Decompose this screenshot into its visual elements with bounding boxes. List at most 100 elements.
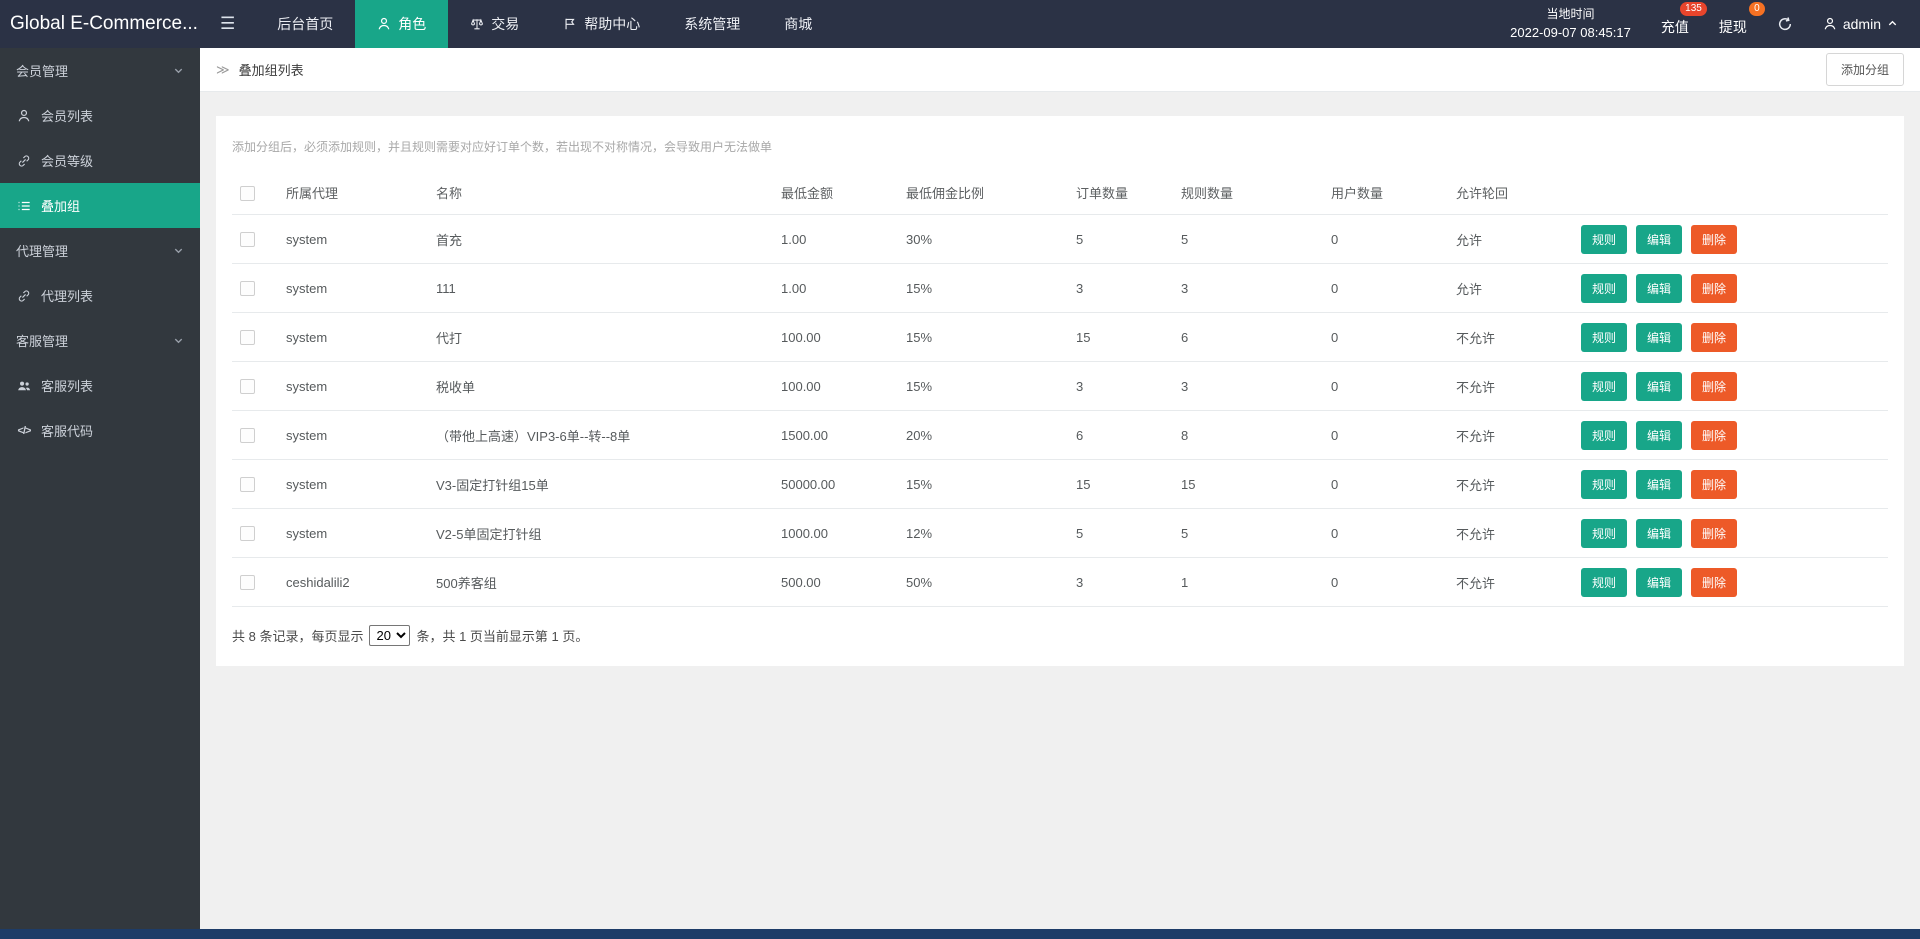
row-checkbox[interactable] [240,330,255,345]
sidebar: 会员管理 会员列表 会员等级 叠加组 代理管理 代理列表 客服管理 客服列表 <… [0,48,200,929]
nav-item-dashboard[interactable]: 后台首页 [255,0,355,48]
row-checkbox[interactable] [240,281,255,296]
cell-commission: 30% [898,215,1068,264]
delete-button[interactable]: 删除 [1691,274,1737,303]
cell-orders: 3 [1068,264,1173,313]
rule-button[interactable]: 规则 [1581,421,1627,450]
cell-commission: 15% [898,264,1068,313]
edit-button[interactable]: 编辑 [1636,323,1682,352]
sidebar-group-agent-management[interactable]: 代理管理 [0,228,200,273]
cell-rules: 15 [1173,460,1323,509]
delete-button[interactable]: 删除 [1691,323,1737,352]
rule-button[interactable]: 规则 [1581,470,1627,499]
delete-button[interactable]: 删除 [1691,225,1737,254]
delete-button[interactable]: 删除 [1691,519,1737,548]
chevron-down-icon [168,335,184,346]
bottom-bar [0,929,1920,939]
sidebar-group-service-management[interactable]: 客服管理 [0,318,200,363]
row-checkbox[interactable] [240,428,255,443]
rule-button[interactable]: 规则 [1581,274,1627,303]
cell-min_amount: 100.00 [773,313,898,362]
username: admin [1843,16,1881,32]
sidebar-item-member-level[interactable]: 会员等级 [0,138,200,183]
recharge-badge: 135 [1680,2,1707,16]
col-header-name: 名称 [428,171,773,215]
table-row: ceshidalili2500养客组500.0050%310不允许规则编辑删除 [232,558,1888,607]
cell-rules: 5 [1173,509,1323,558]
cell-orders: 3 [1068,362,1173,411]
row-checkbox[interactable] [240,232,255,247]
cell-loop: 允许 [1448,264,1573,313]
rule-button[interactable]: 规则 [1581,568,1627,597]
sidebar-group-member-management[interactable]: 会员管理 [0,48,200,93]
nav-item-help-center[interactable]: 帮助中心 [541,0,662,48]
add-group-button[interactable]: 添加分组 [1826,53,1904,86]
row-checkbox[interactable] [240,379,255,394]
withdraw-button[interactable]: 提现 0 [1719,11,1747,37]
table-row: system税收单100.0015%330不允许规则编辑删除 [232,362,1888,411]
row-checkbox[interactable] [240,477,255,492]
sidebar-item-label: 代理列表 [41,286,93,305]
cell-users: 0 [1323,558,1448,607]
cell-orders: 6 [1068,411,1173,460]
sidebar-item-member-list[interactable]: 会员列表 [0,93,200,138]
sidebar-item-agent-list[interactable]: 代理列表 [0,273,200,318]
row-checkbox[interactable] [240,575,255,590]
page-size-select[interactable]: 20 [369,625,410,646]
table-body: system首充1.0030%550允许规则编辑删除system1111.001… [232,215,1888,607]
col-header-actions [1573,171,1888,215]
delete-button[interactable]: 删除 [1691,470,1737,499]
edit-button[interactable]: 编辑 [1636,568,1682,597]
edit-button[interactable]: 编辑 [1636,372,1682,401]
delete-button[interactable]: 删除 [1691,372,1737,401]
col-header-commission: 最低佣金比例 [898,171,1068,215]
col-header-users: 用户数量 [1323,171,1448,215]
rule-button[interactable]: 规则 [1581,323,1627,352]
cell-agent: system [278,509,428,558]
edit-button[interactable]: 编辑 [1636,225,1682,254]
sidebar-item-stack-group[interactable]: 叠加组 [0,183,200,228]
edit-button[interactable]: 编辑 [1636,421,1682,450]
edit-button[interactable]: 编辑 [1636,274,1682,303]
rule-button[interactable]: 规则 [1581,225,1627,254]
sidebar-item-label: 客服列表 [41,376,93,395]
nav-item-label: 系统管理 [684,14,740,34]
rule-button[interactable]: 规则 [1581,519,1627,548]
hint-text: 添加分组后，必须添加规则，并且规则需要对应好订单个数，若出现不对称情况，会导致用… [232,130,1888,171]
breadcrumb: ≫ 叠加组列表 添加分组 [200,48,1920,92]
local-time: 当地时间 2022-09-07 08:45:17 [1510,5,1631,44]
nav-item-system[interactable]: 系统管理 [662,0,762,48]
sidebar-item-service-list[interactable]: 客服列表 [0,363,200,408]
user-menu[interactable]: admin [1823,16,1898,32]
sidebar-item-service-code[interactable]: </> 客服代码 [0,408,200,453]
cell-commission: 15% [898,460,1068,509]
table-row: system代打100.0015%1560不允许规则编辑删除 [232,313,1888,362]
cell-min_amount: 1.00 [773,215,898,264]
select-all-checkbox[interactable] [240,186,255,201]
table-header-row: 所属代理 名称 最低金额 最低佣金比例 订单数量 规则数量 用户数量 允许轮回 [232,171,1888,215]
recharge-button[interactable]: 充值 135 [1661,11,1689,37]
menu-toggle-icon[interactable]: ☰ [200,0,255,48]
cell-rules: 3 [1173,362,1323,411]
cell-orders: 5 [1068,509,1173,558]
nav-item-label: 后台首页 [277,14,333,34]
nav-item-transactions[interactable]: 交易 [448,0,541,48]
cell-agent: system [278,362,428,411]
cell-name: 500养客组 [428,558,773,607]
scales-icon [470,17,484,31]
delete-button[interactable]: 删除 [1691,568,1737,597]
row-checkbox[interactable] [240,526,255,541]
cell-name: 税收单 [428,362,773,411]
refresh-icon[interactable] [1777,16,1793,32]
rule-button[interactable]: 规则 [1581,372,1627,401]
edit-button[interactable]: 编辑 [1636,470,1682,499]
withdraw-label: 提现 [1719,19,1747,35]
delete-button[interactable]: 删除 [1691,421,1737,450]
chevron-down-icon [168,65,184,76]
cell-orders: 3 [1068,558,1173,607]
nav-item-roles[interactable]: 角色 [355,0,448,48]
chevron-up-icon [1887,18,1898,29]
nav-item-mall[interactable]: 商城 [762,0,834,48]
col-header-orders: 订单数量 [1068,171,1173,215]
edit-button[interactable]: 编辑 [1636,519,1682,548]
